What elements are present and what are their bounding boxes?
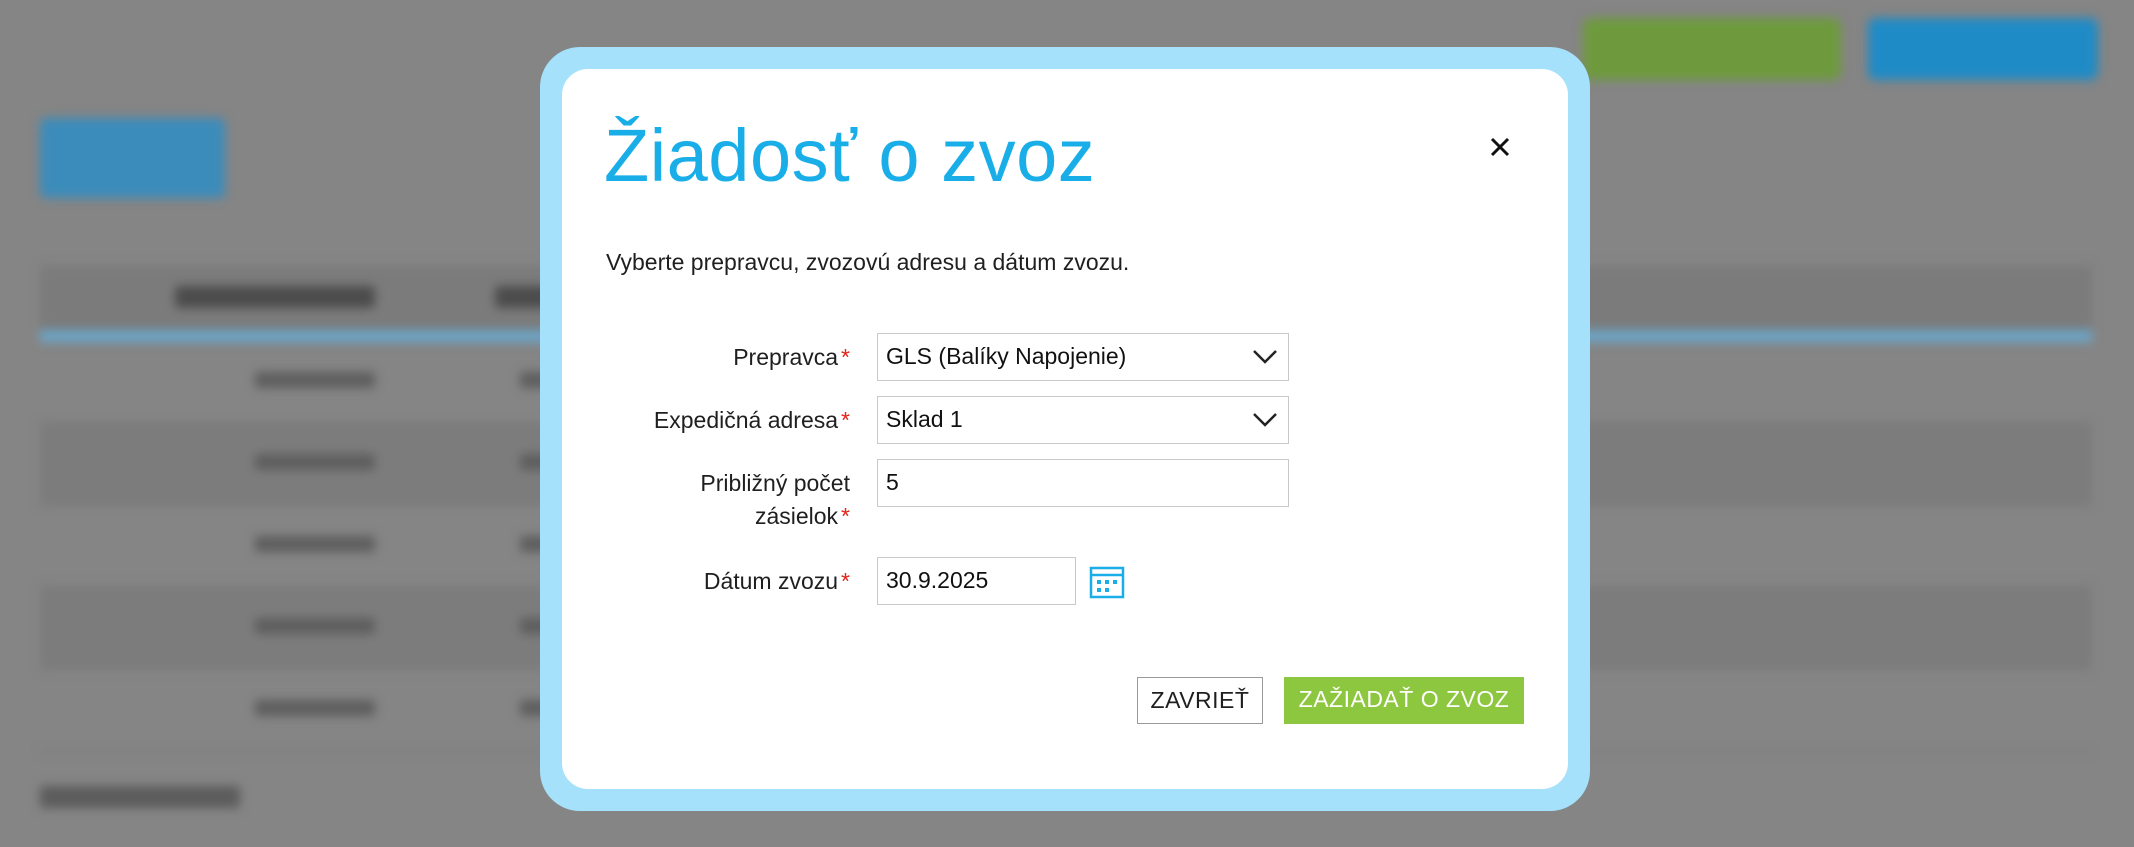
background-footer-text [40,786,240,808]
background-green-button [1583,18,1841,80]
modal-frame: Žiadosť o zvoz Vyberte prepravcu, zvozov… [540,47,1590,811]
address-select-value: Sklad 1 [886,406,963,432]
calendar-icon[interactable] [1089,564,1125,600]
carrier-select-value: GLS (Balíky Napojenie) [886,343,1127,369]
required-mark: * [841,407,850,433]
carrier-select[interactable]: GLS (Balíky Napojenie) [877,333,1289,381]
chevron-down-icon [1253,413,1277,427]
carrier-label: Prepravca * [733,344,850,370]
dialog-title: Žiadosť o zvoz [604,114,1096,197]
dialog-instructions: Vyberte prepravcu, zvozovú adresu a dátu… [606,249,1130,275]
close-button[interactable]: ZAVRIEŤ [1137,677,1263,724]
shipment-count-input[interactable]: 5 [877,459,1289,507]
background-blue-button [1868,18,2098,80]
shipping-address-select[interactable]: Sklad 1 [877,396,1289,444]
pickup-request-dialog: Žiadosť o zvoz Vyberte prepravcu, zvozov… [562,69,1568,789]
pickup-date-label: Dátum zvozu * [703,568,850,594]
shipment-count-label: Približný počet zásielok * [700,470,850,529]
chevron-down-icon [1253,350,1277,364]
address-label: Expedičná adresa * [653,407,850,433]
required-mark: * [841,344,850,370]
required-mark: * [841,568,850,594]
close-icon[interactable] [1480,127,1520,167]
request-pickup-button[interactable]: ZAŽIADAŤ O ZVOZ [1284,677,1524,724]
pickup-date-input[interactable]: 30.9.2025 [877,557,1076,605]
required-mark: * [841,503,850,529]
background-page-title [40,118,225,198]
